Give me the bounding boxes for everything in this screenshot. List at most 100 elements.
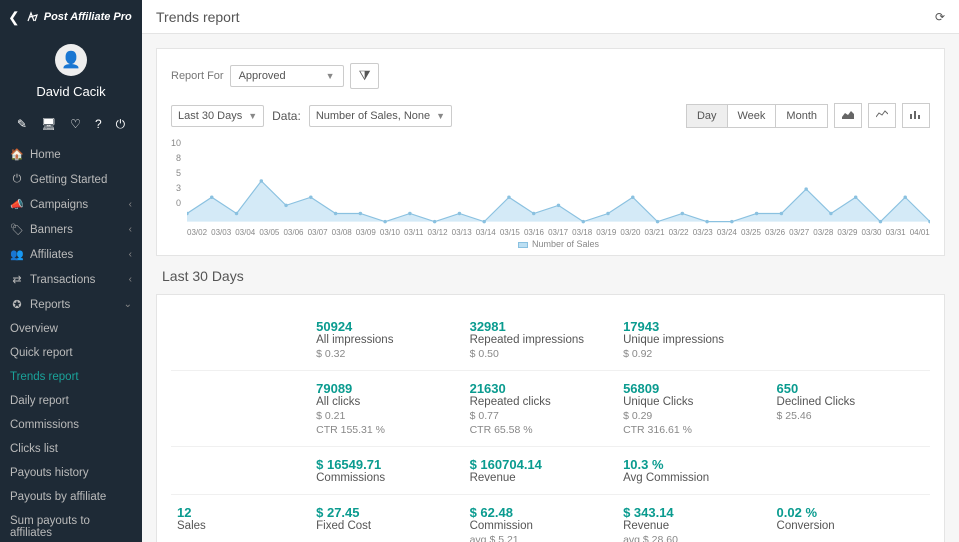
subnav-item-sum-payouts-to-affiliates[interactable]: Sum payouts to affiliates	[0, 509, 142, 542]
nav-label: Reports	[30, 299, 70, 311]
metric-value: $ 62.48	[470, 505, 613, 520]
metric-cell	[171, 447, 316, 494]
subnav-item-payouts-history[interactable]: Payouts history	[0, 461, 142, 485]
metric-cell: $ 62.48Commissionavg $ 5.21	[470, 495, 623, 542]
y-tick: 5	[176, 168, 181, 178]
subnav-item-quick-report[interactable]: Quick report	[0, 341, 142, 365]
report-for-label: Report For	[171, 70, 224, 82]
metric-row: 12Sales$ 27.45Fixed Cost$ 62.48Commissio…	[171, 494, 930, 542]
subnav-item-trends-report[interactable]: Trends report	[0, 365, 142, 389]
username: David Cacik	[36, 84, 105, 99]
x-tick: 03/19	[596, 228, 616, 237]
period-segment: DayWeekMonth	[686, 104, 828, 128]
x-tick: 03/15	[500, 228, 520, 237]
heart-icon[interactable]: ♡	[70, 117, 81, 132]
x-tick: 03/30	[861, 228, 881, 237]
brand-text: Post Affiliate Pro	[44, 11, 132, 23]
power-icon[interactable]: ⏻	[116, 117, 126, 132]
x-tick: 03/11	[404, 228, 423, 237]
edit-icon[interactable]: ✎	[17, 117, 27, 132]
profile-toolbar: ✎ 🖥 ♡ ? ⏻	[0, 105, 142, 142]
segment-week[interactable]: Week	[728, 104, 777, 128]
x-tick: 03/02	[187, 228, 207, 237]
metric-label: Conversion	[777, 520, 920, 532]
chevron-left-icon: ‹	[129, 249, 132, 260]
nav-item-banners[interactable]: 🏷 Banners ‹	[0, 217, 142, 242]
nav-label: Transactions	[30, 274, 95, 286]
nav-item-affiliates[interactable]: 👥Affiliates‹	[0, 242, 142, 267]
x-tick: 03/12	[428, 228, 448, 237]
x-tick: 03/17	[548, 228, 568, 237]
chart-controls: Last 30 Days ▼ Data: Number of Sales, No…	[171, 103, 930, 128]
metric-value: 56809	[623, 381, 766, 396]
subnav-item-overview[interactable]: Overview	[0, 317, 142, 341]
campaigns-icon: 📣	[10, 198, 24, 211]
metric-label: Revenue	[623, 520, 766, 532]
chart-legend: Number of Sales	[187, 239, 930, 249]
line-chart-icon[interactable]	[868, 103, 896, 128]
chart-svg	[187, 136, 930, 226]
desktop-icon[interactable]: 🖥	[41, 117, 56, 132]
nav-item-reports[interactable]: ✪Reports⌄	[0, 292, 142, 317]
nav-label: Campaigns	[30, 199, 88, 211]
metric-cell: $ 16549.71Commissions	[316, 447, 469, 494]
subnav-item-commissions[interactable]: Commissions	[0, 413, 142, 437]
x-tick: 03/05	[259, 228, 279, 237]
nav-item-getting-started[interactable]: ⏻Getting Started	[0, 167, 142, 192]
subnav-item-clicks-list[interactable]: Clicks list	[0, 437, 142, 461]
nav-label: Banners	[30, 224, 73, 236]
chevron-down-icon: ▼	[248, 111, 257, 121]
avatar[interactable]: 👤	[55, 44, 87, 76]
filter-button[interactable]: ⧩	[350, 63, 380, 89]
chart-type-group	[834, 103, 930, 128]
help-icon[interactable]: ?	[95, 117, 102, 132]
metric-row: 79089All clicks$ 0.21CTR 155.31 %21630Re…	[171, 370, 930, 446]
banners-icon: 🏷	[10, 223, 24, 236]
metric-cell: 21630Repeated clicks$ 0.77CTR 65.58 %	[470, 371, 623, 446]
metric-cell: 650Declined Clicks$ 25.46	[777, 371, 930, 446]
metric-label: Declined Clicks	[777, 396, 920, 408]
metric-cell: $ 27.45Fixed Cost	[316, 495, 469, 542]
bar-chart-icon[interactable]	[902, 103, 930, 128]
x-tick: 03/03	[211, 228, 231, 237]
y-tick: 8	[176, 153, 181, 163]
metric-cell: 50924All impressions$ 0.32	[316, 309, 469, 370]
metric-cell	[777, 309, 930, 370]
subnav-item-payouts-by-affiliate[interactable]: Payouts by affiliate	[0, 485, 142, 509]
report-for-select[interactable]: Approved ▼	[230, 65, 344, 87]
metric-value: $ 343.14	[623, 505, 766, 520]
metric-cell: 56809Unique Clicks$ 0.29CTR 316.61 %	[623, 371, 776, 446]
subnav-item-daily-report[interactable]: Daily report	[0, 389, 142, 413]
filter-row: Report For Approved ▼ ⧩	[171, 63, 930, 89]
nav-item-campaigns[interactable]: 📣Campaigns‹	[0, 192, 142, 217]
profile: 👤 David Cacik	[0, 34, 142, 105]
back-icon[interactable]: ❮	[8, 9, 20, 26]
chevron-left-icon: ‹	[129, 224, 132, 235]
segment-day[interactable]: Day	[686, 104, 728, 128]
nav-item-home[interactable]: 🏠Home	[0, 142, 142, 167]
metric-value: 32981	[470, 319, 613, 334]
brand-logo[interactable]: Post Affiliate Pro	[26, 10, 132, 24]
metric-label: Unique impressions	[623, 334, 766, 346]
area-chart-icon[interactable]	[834, 103, 862, 128]
segment-month[interactable]: Month	[776, 104, 828, 128]
refresh-icon[interactable]: ⟳	[935, 10, 945, 24]
home-icon: 🏠	[10, 148, 24, 161]
metric-sub: avg $ 28.60	[623, 534, 766, 542]
metric-label: All impressions	[316, 334, 459, 346]
main: Trends report ⟳ Report For Approved ▼ ⧩	[142, 0, 959, 542]
metric-label: Repeated clicks	[470, 396, 613, 408]
metric-value: 650	[777, 381, 920, 396]
legend-label: Number of Sales	[532, 239, 599, 249]
metric-value: 79089	[316, 381, 459, 396]
metric-value: 12	[177, 505, 306, 520]
content: Report For Approved ▼ ⧩ Last 30 Days ▼	[142, 34, 959, 542]
metric-cell: 79089All clicks$ 0.21CTR 155.31 %	[316, 371, 469, 446]
data-select[interactable]: Number of Sales, None ▼	[309, 105, 452, 127]
metric-cell	[171, 371, 316, 446]
x-tick: 03/09	[356, 228, 376, 237]
sidebar: ❮ Post Affiliate Pro 👤 David Cacik ✎ 🖥 ♡…	[0, 0, 142, 542]
x-tick: 03/21	[645, 228, 665, 237]
nav-item-transactions[interactable]: ⇄Transactions‹	[0, 267, 142, 292]
range-select[interactable]: Last 30 Days ▼	[171, 105, 264, 127]
